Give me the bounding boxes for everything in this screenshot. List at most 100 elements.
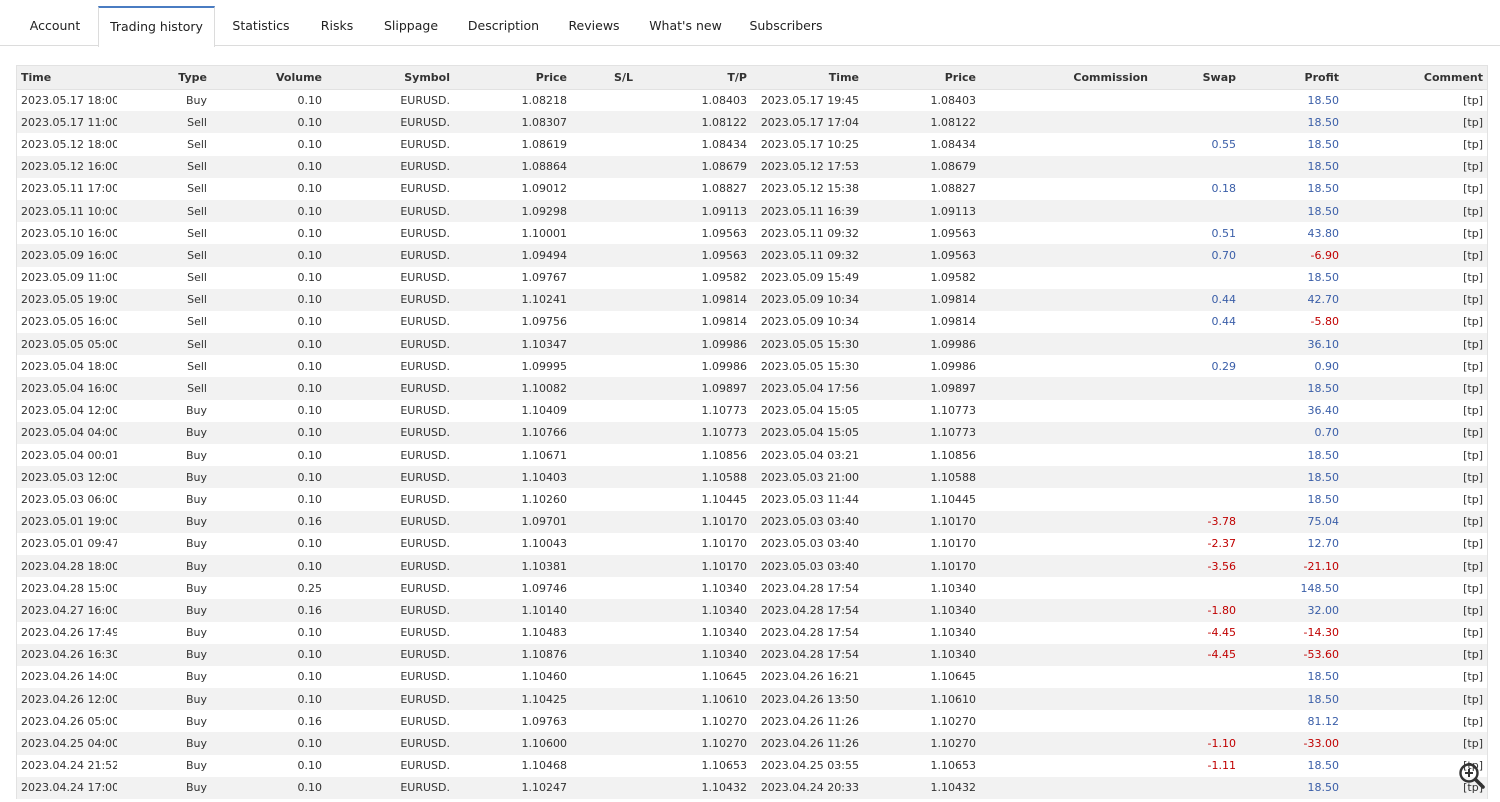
table-row: 2023.05.04 18:00 Sell 0.10 EURUSD. 1.09995 1.… — [17, 355, 1487, 377]
cell-sl — [571, 732, 637, 754]
cell-tp: 1.10856 — [701, 448, 748, 462]
cell-open-time: 2023.05.09 11:00 — [21, 271, 117, 285]
col-commission[interactable]: Commission — [980, 66, 1152, 90]
cell-symbol: EURUSD. — [400, 737, 450, 751]
col-swap[interactable]: Swap — [1152, 66, 1240, 90]
cell-swap: -1.11 — [1207, 759, 1236, 773]
col-sl[interactable]: S/L — [571, 66, 637, 90]
cell-sl — [571, 178, 637, 200]
cell-open-time: 2023.05.12 16:00 — [21, 160, 117, 174]
cell-sl — [571, 688, 637, 710]
tab-slippage[interactable]: Slippage — [374, 6, 448, 46]
cell-commission — [980, 133, 1152, 155]
cell-sl — [571, 444, 637, 466]
cell-close-price: 1.10653 — [930, 759, 977, 773]
cell-close-price: 1.10340 — [930, 603, 977, 617]
col-symbol[interactable]: Symbol — [326, 66, 454, 90]
col-profit[interactable]: Profit — [1240, 66, 1343, 90]
tab-reviews[interactable]: Reviews — [561, 6, 627, 46]
cell-swap: 0.44 — [1211, 315, 1237, 329]
tab-account[interactable]: Account — [15, 6, 95, 46]
cell-volume: 0.10 — [297, 759, 323, 773]
cell-symbol: EURUSD. — [400, 115, 450, 129]
col-close-price[interactable]: Price — [863, 66, 980, 90]
cell-commission — [980, 422, 1152, 444]
cell-tp: 1.08679 — [701, 160, 748, 174]
cell-volume: 0.10 — [297, 226, 323, 240]
cell-volume: 0.10 — [297, 648, 323, 662]
cell-commission — [980, 555, 1152, 577]
cell-comment: [tp] — [1463, 359, 1483, 373]
cell-profit: 0.90 — [1314, 359, 1340, 373]
tab-whats-new[interactable]: What's new — [642, 6, 729, 46]
cell-tp: 1.08403 — [701, 93, 748, 107]
tab-trading-history[interactable]: Trading history — [98, 6, 215, 47]
cell-close-price: 1.10645 — [930, 670, 977, 684]
cell-close-price: 1.09986 — [930, 359, 977, 373]
cell-sl — [571, 466, 637, 488]
cell-close-price: 1.09582 — [930, 271, 977, 285]
col-close-time[interactable]: Time — [751, 66, 863, 90]
col-tp[interactable]: T/P — [637, 66, 751, 90]
cell-volume: 0.10 — [297, 315, 323, 329]
cell-symbol: EURUSD. — [400, 581, 450, 595]
cell-open-time: 2023.05.12 18:00 — [21, 137, 117, 151]
tab-description[interactable]: Description — [460, 6, 547, 46]
cell-symbol: EURUSD. — [400, 359, 450, 373]
cell-open-price: 1.10483 — [521, 626, 568, 640]
table-body: 2023.05.17 18:00 Buy 0.10 EURUSD. 1.08218 1.0… — [17, 89, 1487, 799]
cell-type: Sell — [187, 315, 207, 329]
cell-sl — [571, 111, 637, 133]
col-type[interactable]: Type — [117, 66, 211, 90]
cell-sl — [571, 511, 637, 533]
cell-open-price: 1.09767 — [521, 271, 568, 285]
cell-open-price: 1.10082 — [521, 382, 568, 396]
cell-profit: 18.50 — [1307, 670, 1340, 684]
cell-swap: 0.51 — [1211, 226, 1237, 240]
cell-close-time: 2023.05.05 15:30 — [760, 337, 859, 351]
cell-sl — [571, 200, 637, 222]
col-comment[interactable]: Comment — [1343, 66, 1487, 90]
cell-volume: 0.10 — [297, 359, 323, 373]
cell-sl — [571, 599, 637, 621]
cell-type: Sell — [187, 248, 207, 262]
cell-comment: [tp] — [1463, 692, 1483, 706]
table-row: 2023.05.04 16:00 Sell 0.10 EURUSD. 1.10082 1.… — [17, 377, 1487, 400]
col-open-time[interactable]: Time — [17, 66, 117, 90]
cell-open-time: 2023.05.04 18:00 — [21, 359, 117, 373]
cell-open-price: 1.09756 — [521, 315, 568, 329]
cell-tp: 1.08827 — [701, 182, 748, 196]
zoom-in-icon[interactable] — [1457, 761, 1487, 791]
cell-type: Buy — [185, 404, 207, 418]
col-volume[interactable]: Volume — [211, 66, 326, 90]
cell-volume: 0.10 — [297, 293, 323, 307]
table-row: 2023.04.28 18:00 Buy 0.10 EURUSD. 1.10381 1.1… — [17, 554, 1487, 578]
cell-open-price: 1.10600 — [521, 737, 568, 751]
cell-comment: [tp] — [1463, 626, 1483, 640]
tab-subscribers[interactable]: Subscribers — [743, 6, 829, 46]
cell-volume: 0.10 — [297, 271, 323, 285]
cell-open-price: 1.10766 — [521, 426, 568, 440]
table-header-row: Time Type Volume Symbol Price S/L T/P Ti… — [17, 66, 1487, 90]
tab-statistics[interactable]: Statistics — [222, 6, 300, 46]
table-row: 2023.04.24 17:00 Buy 0.10 EURUSD. 1.10247 1.1… — [17, 776, 1487, 799]
cell-symbol: EURUSD. — [400, 714, 450, 728]
cell-comment: [tp] — [1463, 293, 1483, 307]
cell-tp: 1.09986 — [701, 337, 748, 351]
cell-swap: -2.37 — [1207, 537, 1236, 551]
cell-sl — [571, 422, 637, 444]
cell-volume: 0.10 — [297, 182, 323, 196]
table-row: 2023.05.05 05:00 Sell 0.10 EURUSD. 1.10347 1.… — [17, 333, 1487, 356]
cell-profit: 18.50 — [1307, 759, 1340, 773]
cell-close-price: 1.09563 — [930, 226, 977, 240]
cell-open-time: 2023.05.01 09:47 — [21, 537, 117, 551]
cell-symbol: EURUSD. — [400, 226, 450, 240]
cell-volume: 0.10 — [297, 781, 323, 795]
cell-close-time: 2023.04.28 17:54 — [760, 648, 859, 662]
cell-profit: -6.90 — [1310, 248, 1339, 262]
cell-commission — [980, 710, 1152, 732]
cell-tp: 1.10432 — [701, 781, 748, 795]
cell-open-time: 2023.05.17 18:00 — [21, 93, 117, 107]
col-open-price[interactable]: Price — [454, 66, 571, 90]
tab-risks[interactable]: Risks — [312, 6, 362, 46]
